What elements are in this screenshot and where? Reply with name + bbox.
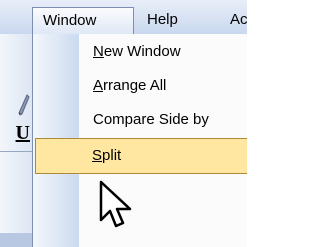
toolbar-left-partial: U (0, 34, 33, 247)
menu-item-arrange-all[interactable]: Arrange All (35, 68, 247, 104)
screenshot-frame: Window Help Ac U New Window Arrange All … (0, 0, 247, 247)
mouse-pointer-icon (99, 180, 132, 228)
menu-item-label: New Window (93, 43, 181, 60)
menu-item-new-window[interactable]: New Window (35, 34, 247, 70)
menu-bar: Window Help Ac (0, 0, 247, 35)
underline-icon[interactable]: U (10, 122, 30, 146)
menu-item-label: Arrange All (93, 77, 167, 94)
status-strip-partial (0, 233, 32, 247)
menu-next-partial[interactable]: Ac (230, 7, 247, 34)
menu-item-compare-side-by-side[interactable]: Compare Side by (35, 102, 247, 138)
menu-item-label: Split (92, 147, 122, 164)
toolbar-divider (0, 151, 32, 152)
menu-window[interactable]: Window (32, 7, 134, 34)
menu-help[interactable]: Help (141, 7, 195, 34)
pencil-icon[interactable] (18, 94, 30, 116)
menu-item-split[interactable]: Split (35, 138, 247, 174)
menu-help-label: Help (147, 11, 178, 28)
menu-window-label: Window (43, 12, 97, 29)
window-menu-dropdown: New Window Arrange All Compare Side by S… (32, 34, 247, 247)
menu-next-label: Ac (230, 11, 247, 28)
menu-item-label: Compare Side by (93, 111, 209, 128)
